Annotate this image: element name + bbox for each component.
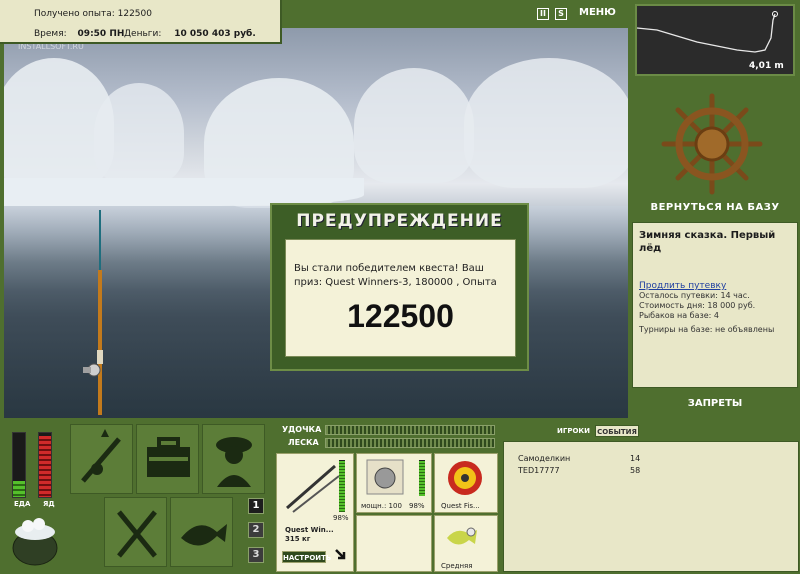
bans-button[interactable]: ЗАПРЕТЫ bbox=[632, 398, 798, 409]
menu-button[interactable]: МЕНЮ bbox=[579, 7, 616, 18]
time-value: 09:50 ПН bbox=[77, 29, 125, 39]
dialog-body: Вы стали победителем квеста! Ваш приз: Q… bbox=[285, 239, 516, 357]
reel-durability-pct: 98% bbox=[409, 502, 425, 510]
line-spool-icon bbox=[448, 461, 482, 495]
players-list: Самоделкин 14 TED17777 58 bbox=[503, 441, 799, 572]
exp-label: Получено опыта: bbox=[34, 9, 115, 19]
food-meter bbox=[12, 432, 26, 498]
fisherman-tile[interactable] bbox=[202, 424, 265, 494]
inventory-tile[interactable] bbox=[136, 424, 199, 494]
bait-name: Средняя bbox=[441, 562, 473, 570]
reel-power: мощн.: 100 bbox=[361, 502, 402, 510]
bait-slot[interactable]: Средняя bbox=[434, 515, 498, 572]
page-1-button[interactable]: 1 bbox=[248, 498, 264, 514]
rod-icon bbox=[286, 464, 340, 513]
reel-durability-fill bbox=[419, 460, 425, 496]
tab-events[interactable]: СОБЫТИЯ bbox=[595, 425, 639, 437]
base-info-row: Турниры на базе: не объявлены bbox=[639, 325, 775, 334]
sound-button[interactable]: S bbox=[555, 8, 567, 20]
exp-value: 122500 bbox=[117, 9, 152, 19]
rod-durability-fill bbox=[339, 461, 345, 512]
poison-meter-fill bbox=[39, 436, 51, 497]
base-info-row: Осталось путевки: 14 час. bbox=[639, 291, 750, 300]
line-name: Quest Fis... bbox=[441, 502, 480, 510]
tune-button[interactable]: НАСТРОИТЬ bbox=[282, 551, 331, 563]
depth-value: 4,01 m bbox=[749, 61, 784, 71]
snow-bank bbox=[4, 178, 364, 206]
pause-button[interactable]: II bbox=[537, 8, 549, 20]
tackle-tile[interactable] bbox=[70, 424, 133, 494]
dialog-exp-number: 122500 bbox=[347, 298, 454, 334]
rod-reel-icon bbox=[81, 429, 121, 483]
tab-players[interactable]: ИГРОКИ bbox=[557, 425, 590, 437]
fisherman-icon bbox=[216, 437, 252, 487]
info-bar: Получено опыта: 122500 Время: 09:50 ПН Д… bbox=[0, 0, 282, 44]
arrow-down-right-icon[interactable] bbox=[334, 548, 348, 562]
fork-knife-icon bbox=[117, 510, 157, 558]
snowy-tree bbox=[94, 83, 184, 183]
line-strength-bar bbox=[325, 438, 495, 448]
food-tile[interactable] bbox=[104, 497, 167, 567]
fish-cage-tile[interactable] bbox=[170, 497, 233, 567]
warning-dialog[interactable]: ПРЕДУПРЕЖДЕНИЕ Вы стали победителем квес… bbox=[270, 203, 529, 371]
reel-icon bbox=[366, 459, 404, 495]
base-info-row: Стоимость дня: 18 000 руб. bbox=[639, 301, 756, 310]
money-label: Деньги: bbox=[124, 29, 162, 39]
ship-wheel-icon[interactable] bbox=[660, 92, 764, 196]
time-label: Время: bbox=[34, 29, 67, 39]
fish-icon bbox=[181, 524, 227, 546]
food-label: ЕДА bbox=[14, 500, 31, 508]
player-name[interactable]: TED17777 bbox=[518, 466, 560, 475]
extend-trip-link[interactable]: Продлить путевку bbox=[639, 281, 791, 291]
line-slot[interactable]: Quest Fis... bbox=[434, 453, 498, 513]
depth-profile-chart: 4,01 m bbox=[636, 11, 784, 71]
line-strength-label: ЛЕСКА bbox=[288, 438, 319, 447]
poison-meter bbox=[38, 432, 52, 498]
player-value: 14 bbox=[630, 454, 641, 463]
rod-weight: 315 кг bbox=[285, 535, 311, 543]
rod-strength-label: УДОЧКА bbox=[282, 425, 322, 434]
rod-durability-pct: 98% bbox=[333, 514, 349, 522]
poison-label: ЯД bbox=[43, 500, 55, 508]
page-3-button[interactable]: 3 bbox=[248, 547, 264, 563]
empty-slot[interactable] bbox=[356, 515, 432, 572]
tackle-box-icon bbox=[147, 437, 190, 477]
fishing-rod-in-water[interactable] bbox=[80, 210, 120, 420]
reel-durability-bar bbox=[419, 460, 425, 496]
money-value: 10 050 403 руб. bbox=[174, 29, 256, 39]
rod-strength-bar bbox=[325, 425, 495, 435]
snowy-tree bbox=[464, 58, 628, 188]
dialog-title: ПРЕДУПРЕЖДЕНИЕ bbox=[296, 211, 503, 231]
page-2-button[interactable]: 2 bbox=[248, 522, 264, 538]
reel-slot[interactable]: мощн.: 100 98% bbox=[356, 453, 432, 513]
base-title: Зимняя сказка. Первый лёд bbox=[639, 230, 776, 254]
player-name[interactable]: Самоделкин bbox=[518, 454, 570, 463]
return-to-base-button[interactable]: ВЕРНУТЬСЯ НА БАЗУ bbox=[632, 202, 798, 213]
food-pot-icon[interactable] bbox=[8, 510, 62, 568]
base-info-row: Рыбаков на базе: 4 bbox=[639, 311, 719, 320]
rod-name: Quest Win... bbox=[285, 526, 334, 534]
dialog-message: Вы стали победителем квеста! Ваш приз: Q… bbox=[294, 263, 497, 288]
rod-durability-bar bbox=[339, 460, 345, 512]
base-info-panel: Зимняя сказка. Первый лёд Продлить путев… bbox=[632, 222, 798, 388]
player-value: 58 bbox=[630, 466, 641, 475]
food-meter-fill bbox=[13, 481, 25, 497]
snowy-tree bbox=[354, 68, 474, 183]
lure-icon bbox=[447, 527, 477, 545]
depth-map: 4,01 m bbox=[635, 4, 795, 76]
